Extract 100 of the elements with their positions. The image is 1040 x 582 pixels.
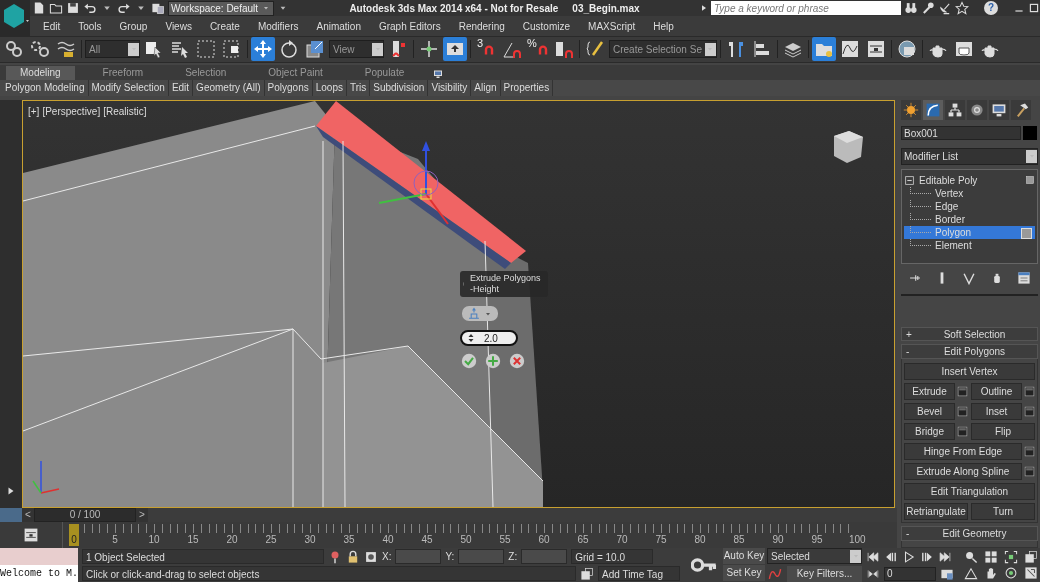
settings-icon[interactable] xyxy=(1024,446,1035,458)
ribbon-panel-tab[interactable]: Loops xyxy=(312,80,347,96)
object-color-swatch[interactable] xyxy=(1023,126,1037,141)
set-key-button[interactable]: Set Key xyxy=(723,565,765,581)
rollout-button[interactable]: Extrude xyxy=(904,383,955,401)
modifier-item[interactable]: Editable Poly xyxy=(919,174,1021,186)
rollout-button[interactable]: Inset xyxy=(971,403,1022,421)
rollout-header[interactable]: - Edit Polygons xyxy=(901,344,1038,360)
sub-object-item[interactable]: Element xyxy=(904,238,1035,252)
binoculars-icon[interactable] xyxy=(904,1,918,15)
rollout-button[interactable]: Bridge xyxy=(904,423,955,441)
lock-icon[interactable] xyxy=(346,549,360,564)
ribbon-tab[interactable]: Selection xyxy=(171,66,241,80)
rollout-button[interactable]: Edit Triangulation xyxy=(904,483,1035,501)
maximize-viewport-icon[interactable] xyxy=(1024,566,1038,580)
script-input-field[interactable] xyxy=(0,548,78,565)
absolute-mode-icon[interactable] xyxy=(364,549,378,564)
ribbon-panel-tab[interactable]: Edit xyxy=(168,80,194,96)
windows-icon[interactable] xyxy=(1024,550,1038,564)
play-arrow-icon[interactable] xyxy=(700,4,708,12)
rollout-button[interactable]: Turn xyxy=(971,503,1035,521)
settings-icon[interactable] xyxy=(1024,386,1035,398)
ribbon-panel-tab[interactable]: Modify Selection xyxy=(88,80,169,96)
object-name-field[interactable]: Box001 xyxy=(901,126,1021,141)
ribbon-panel-tab[interactable]: Polygon Modeling xyxy=(2,80,89,96)
menu-item[interactable]: Views xyxy=(156,20,201,32)
settings-icon[interactable] xyxy=(957,386,968,398)
ribbon-tab[interactable]: Modeling xyxy=(6,66,75,80)
toolbar-button[interactable]: 3 xyxy=(474,37,498,62)
key-mode-dropdown[interactable]: Selected xyxy=(767,548,862,564)
settings-icon[interactable] xyxy=(957,426,968,438)
ribbon-tab[interactable]: Object Paint xyxy=(254,66,337,80)
collapse-icon[interactable] xyxy=(904,174,915,186)
menu-item[interactable]: Modifiers xyxy=(248,20,308,32)
previous-frame-button[interactable]: < xyxy=(22,508,34,522)
menu-item[interactable]: Rendering xyxy=(449,20,514,32)
command-panel-tab[interactable] xyxy=(901,100,921,121)
sub-object-item[interactable]: Border xyxy=(904,212,1035,226)
toolbar-dropdown[interactable]: Create Selection Se xyxy=(609,40,717,59)
menu-item[interactable]: Tools xyxy=(69,20,111,32)
ribbon-panel-tab[interactable]: Subdivision xyxy=(370,80,429,96)
viewport-menu-label[interactable]: [Realistic] xyxy=(103,106,147,117)
add-time-tag-button[interactable]: Add Time Tag xyxy=(598,566,680,581)
command-panel-tab[interactable] xyxy=(923,100,943,121)
toolbar-dropdown[interactable]: View xyxy=(329,40,384,59)
configure-icon[interactable] xyxy=(1017,271,1032,286)
auto-key-button[interactable]: Auto Key xyxy=(723,548,765,564)
go-to-end-icon[interactable] xyxy=(938,549,952,564)
key-mode-icon[interactable] xyxy=(866,567,880,580)
menu-item[interactable]: Animation xyxy=(307,20,370,32)
time-tag-icon[interactable] xyxy=(580,566,594,581)
field-of-view-icon[interactable] xyxy=(964,566,978,580)
ribbon-panel-tab[interactable]: Properties xyxy=(500,80,554,96)
open-folder-icon[interactable] xyxy=(49,1,63,15)
redo-icon[interactable] xyxy=(117,1,131,15)
command-panel-tab[interactable] xyxy=(967,100,987,121)
grid-icon[interactable] xyxy=(984,550,998,564)
zoom-icon[interactable] xyxy=(964,550,978,564)
ribbon-panel-tab[interactable]: Visibility xyxy=(428,80,472,96)
save-icon[interactable] xyxy=(66,1,80,15)
zoom-extents-icon[interactable] xyxy=(1004,550,1018,564)
sub-object-item[interactable]: Vertex xyxy=(904,186,1035,200)
command-panel-tab[interactable] xyxy=(989,100,1009,121)
search-field[interactable]: Type a keyword or phrase xyxy=(711,1,901,15)
coordinate-field[interactable] xyxy=(458,549,505,564)
help-button[interactable]: ? xyxy=(984,1,998,15)
menu-item[interactable]: MAXScript xyxy=(579,20,645,32)
toggle-square-icon[interactable] xyxy=(1025,175,1035,186)
extrude-type-dropdown[interactable] xyxy=(462,306,498,321)
rollout-button[interactable]: Flip xyxy=(971,423,1035,441)
cancel-icon[interactable] xyxy=(509,353,525,369)
ok-check-icon[interactable] xyxy=(461,353,477,369)
toolbar-button[interactable]: % xyxy=(526,37,550,62)
view-cube-icon[interactable] xyxy=(834,131,863,163)
ribbon-tab[interactable]: Freeform xyxy=(88,66,158,80)
toolbar-button[interactable] xyxy=(251,37,275,62)
next-frame-button[interactable]: > xyxy=(136,508,148,522)
ribbon-panel-tab[interactable]: Polygons xyxy=(264,80,313,96)
settings-icon[interactable] xyxy=(1024,406,1035,418)
key-curve-icon[interactable] xyxy=(767,566,783,581)
menu-item[interactable]: Create xyxy=(200,20,249,32)
menu-item[interactable]: Edit xyxy=(34,20,70,32)
ribbon-panel-tab[interactable]: Geometry (All) xyxy=(193,80,265,96)
command-panel-tab[interactable] xyxy=(945,100,965,121)
rollout-header[interactable]: + Soft Selection xyxy=(901,326,1038,342)
play-icon[interactable] xyxy=(902,549,916,564)
viewport-menu-label[interactable]: [Perspective] xyxy=(42,106,101,117)
app-logo-icon[interactable] xyxy=(0,0,30,36)
height-field[interactable]: 2.0 xyxy=(460,330,518,346)
ribbon-panel-tab[interactable]: Tris xyxy=(346,80,371,96)
menu-item[interactable]: Graph Editors xyxy=(369,20,450,32)
toolbar-button[interactable] xyxy=(811,37,836,62)
rollout-button[interactable]: Bevel xyxy=(904,403,955,421)
undo-icon[interactable] xyxy=(83,1,97,15)
settings-icon[interactable] xyxy=(1024,466,1035,478)
menu-item[interactable]: Customize xyxy=(513,20,580,32)
orbit-icon[interactable] xyxy=(1004,566,1018,580)
go-to-start-icon[interactable] xyxy=(866,549,880,564)
maximize-icon[interactable] xyxy=(1028,2,1040,14)
rollout-button[interactable]: Hinge From Edge xyxy=(904,443,1022,461)
